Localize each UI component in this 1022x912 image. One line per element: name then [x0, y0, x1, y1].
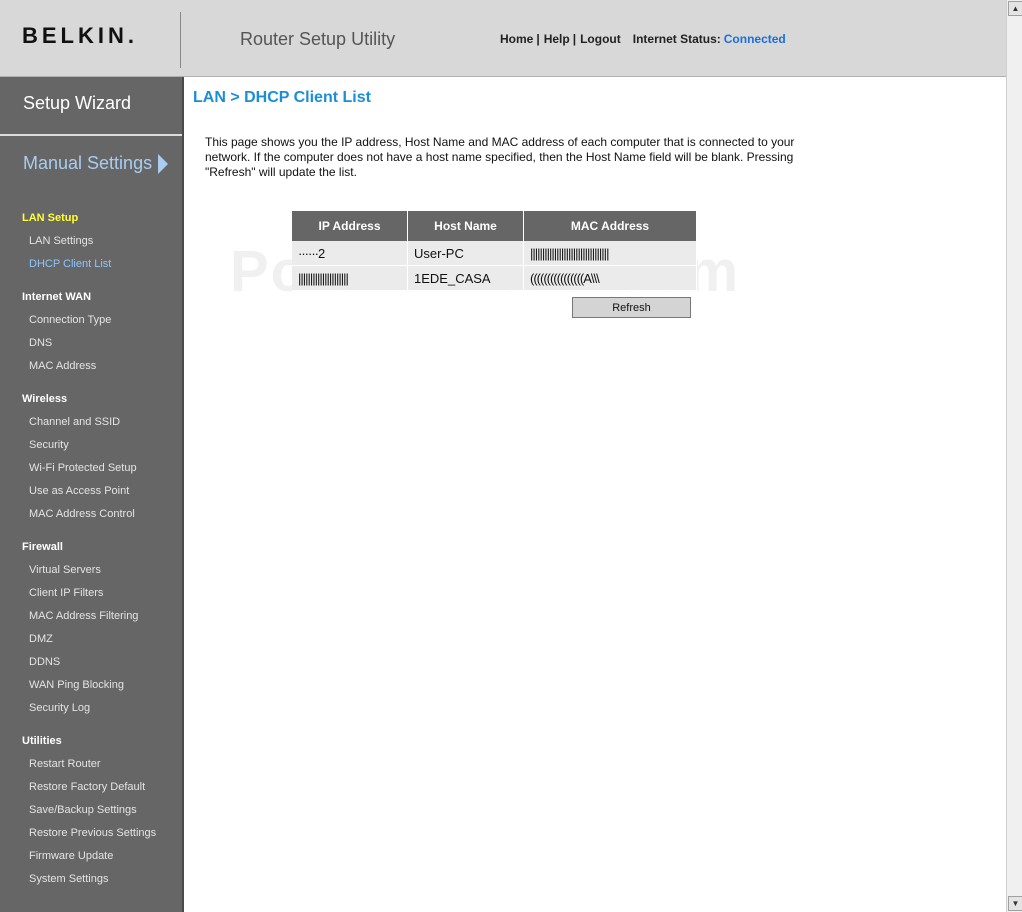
section-internet-wan[interactable]: Internet WAN	[0, 286, 182, 309]
scroll-down-icon[interactable]: ▼	[1008, 896, 1022, 911]
header-divider	[180, 12, 181, 68]
table-row: ······2 User-PC ||||||||||||||||||||||||…	[292, 241, 697, 266]
logout-link[interactable]: Logout	[580, 32, 621, 46]
section-wireless[interactable]: Wireless	[0, 388, 182, 411]
sidebar-menu: LAN Setup LAN Settings DHCP Client List …	[0, 207, 182, 891]
host-cell: 1EDE_CASA	[407, 265, 524, 291]
host-cell: User-PC	[407, 241, 524, 266]
sidebar-item-security[interactable]: Security	[0, 434, 182, 457]
sidebar-item-channel-ssid[interactable]: Channel and SSID	[0, 411, 182, 434]
sidebar-item-mac-address-filtering[interactable]: MAC Address Filtering	[0, 605, 182, 628]
belkin-logo: BELKIN.	[22, 23, 138, 48]
sidebar-item-client-ip-filters[interactable]: Client IP Filters	[0, 582, 182, 605]
top-nav: Home | Help | Logout Internet Status: Co…	[500, 32, 786, 46]
sidebar-divider	[0, 134, 182, 136]
sidebar-item-restore-factory-default[interactable]: Restore Factory Default	[0, 776, 182, 799]
sidebar-item-ddns[interactable]: DDNS	[0, 651, 182, 674]
mac-cell: ((((((((((((((((A\\\	[523, 265, 697, 291]
sidebar-item-connection-type[interactable]: Connection Type	[0, 309, 182, 332]
column-header-ip: IP Address	[292, 211, 408, 241]
manual-settings-label: Manual Settings	[23, 153, 153, 173]
internet-status-label: Internet Status:	[632, 32, 721, 46]
sidebar-item-restart-router[interactable]: Restart Router	[0, 753, 182, 776]
sidebar-item-access-point[interactable]: Use as Access Point	[0, 480, 182, 503]
scrollbar[interactable]: ▲ ▼	[1006, 0, 1022, 912]
page-title: LAN > DHCP Client List	[193, 89, 371, 106]
sidebar-item-mac-address-control[interactable]: MAC Address Control	[0, 503, 182, 526]
sidebar-item-dns[interactable]: DNS	[0, 332, 182, 355]
setup-wizard-link[interactable]: Setup Wizard	[23, 93, 131, 114]
sidebar-item-save-backup-settings[interactable]: Save/Backup Settings	[0, 799, 182, 822]
section-firewall[interactable]: Firewall	[0, 536, 182, 559]
section-lan-setup[interactable]: LAN Setup	[0, 207, 182, 230]
sidebar-item-firmware-update[interactable]: Firmware Update	[0, 845, 182, 868]
utility-title: Router Setup Utility	[240, 29, 396, 49]
sidebar-item-system-settings[interactable]: System Settings	[0, 868, 182, 891]
refresh-button[interactable]: Refresh	[572, 297, 691, 318]
sidebar: Setup Wizard Manual Settings LAN Setup L…	[0, 77, 184, 912]
sidebar-item-mac-address[interactable]: MAC Address	[0, 355, 182, 378]
dhcp-client-table: IP Address Host Name MAC Address ······2…	[292, 211, 697, 291]
home-link[interactable]: Home	[500, 32, 533, 46]
table-header-row: IP Address Host Name MAC Address	[292, 211, 697, 241]
header: BELKIN. Router Setup Utility Home | Help…	[0, 0, 1006, 77]
sidebar-item-lan-settings[interactable]: LAN Settings	[0, 230, 182, 253]
sidebar-item-dhcp-client-list[interactable]: DHCP Client List	[0, 253, 182, 276]
page-description: This page shows you the IP address, Host…	[205, 135, 795, 179]
arrow-right-icon	[158, 153, 169, 174]
scroll-up-icon[interactable]: ▲	[1008, 1, 1022, 16]
nav-separator: |	[572, 32, 577, 46]
ip-cell: ······2	[292, 241, 408, 266]
sidebar-item-security-log[interactable]: Security Log	[0, 697, 182, 720]
sidebar-item-wifi-protected-setup[interactable]: Wi-Fi Protected Setup	[0, 457, 182, 480]
sidebar-item-wan-ping-blocking[interactable]: WAN Ping Blocking	[0, 674, 182, 697]
sidebar-item-virtual-servers[interactable]: Virtual Servers	[0, 559, 182, 582]
nav-separator: |	[536, 32, 540, 46]
sidebar-item-dmz[interactable]: DMZ	[0, 628, 182, 651]
mac-cell: |||||||||||||||||||||||||||||||||	[523, 241, 697, 266]
section-utilities[interactable]: Utilities	[0, 730, 182, 753]
sidebar-item-restore-previous-settings[interactable]: Restore Previous Settings	[0, 822, 182, 845]
manual-settings-link[interactable]: Manual Settings	[23, 153, 169, 174]
column-header-host: Host Name	[407, 211, 524, 241]
column-header-mac: MAC Address	[523, 211, 697, 241]
ip-cell: |||||||||||||||||||||	[292, 265, 408, 291]
table-row: ||||||||||||||||||||| 1EDE_CASA ((((((((…	[292, 265, 697, 291]
help-link[interactable]: Help	[544, 32, 570, 46]
internet-status-value: Connected	[723, 32, 786, 46]
